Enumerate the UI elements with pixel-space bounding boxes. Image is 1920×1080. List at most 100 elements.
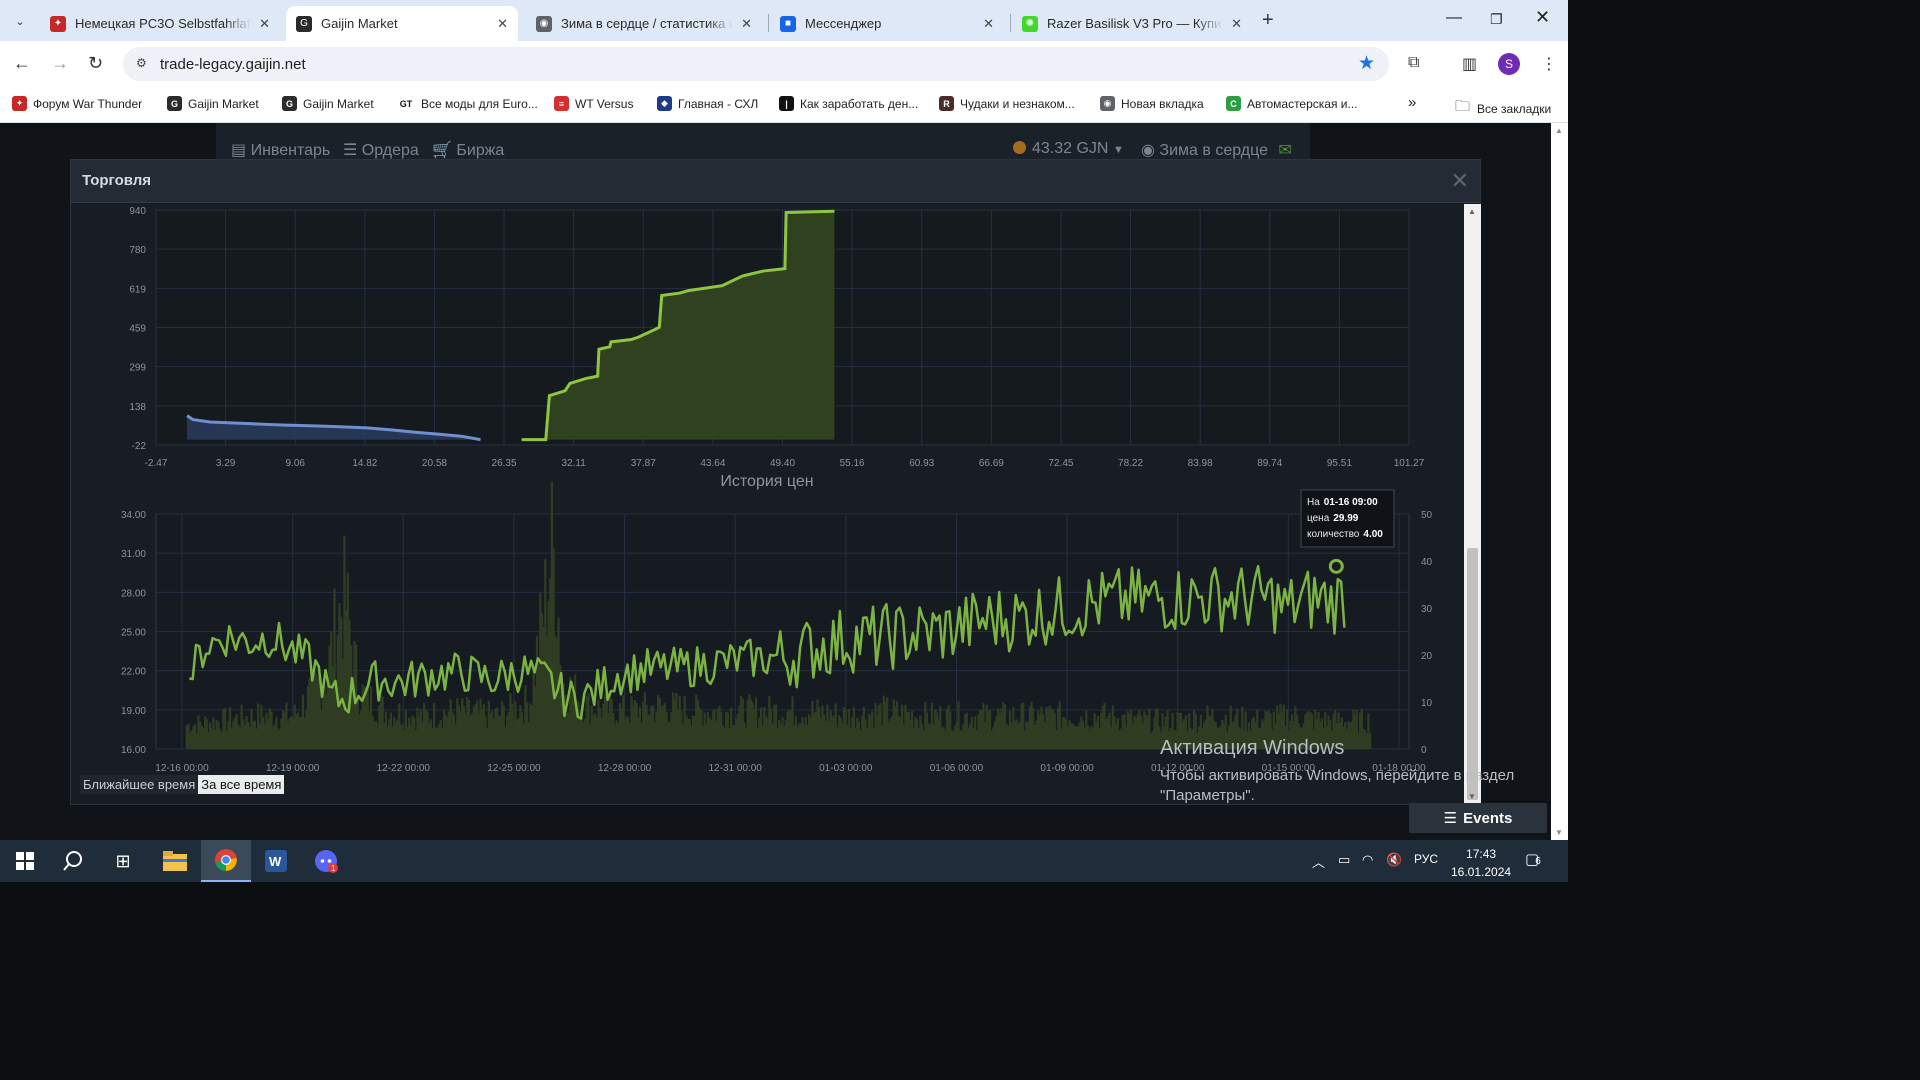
all-bookmarks[interactable]: 🗀 Все закладки: [1455, 96, 1551, 121]
site-info-icon[interactable]: ⚙: [136, 56, 147, 70]
word-taskbar-icon[interactable]: W: [251, 840, 301, 882]
bookmark-item[interactable]: ✦ Форум War Thunder: [12, 96, 142, 111]
bookmark-label: Главная - СХЛ: [678, 96, 759, 111]
menu-kebab-icon[interactable]: ⋮: [1541, 54, 1557, 74]
file-explorer-icon[interactable]: [150, 840, 200, 882]
depth-x-tick: 72.45: [1048, 458, 1073, 469]
gjn-coin-icon: [1013, 141, 1026, 154]
nav-orders-label: Ордера: [361, 142, 419, 159]
discord-taskbar-icon[interactable]: 1: [301, 840, 351, 882]
battery-icon[interactable]: ▭: [1338, 852, 1350, 868]
bookmark-label: Автомастерская и...: [1247, 96, 1358, 111]
back-icon[interactable]: ←: [13, 53, 31, 74]
tab-close-icon[interactable]: ✕: [741, 16, 752, 32]
price-y-tick: 28.00: [121, 588, 146, 599]
start-button[interactable]: [0, 840, 50, 882]
search-icon[interactable]: [48, 840, 98, 882]
side-panel-icon[interactable]: ▥: [1462, 54, 1477, 74]
period-tab-all-time[interactable]: За все время: [198, 775, 285, 794]
user-icon: ◉: [1141, 142, 1155, 159]
depth-x-tick: 20.58: [422, 458, 447, 469]
depth-x-tick: 55.16: [840, 458, 865, 469]
username: Зима в сердце: [1159, 142, 1268, 159]
browser-toolbar: ← → ↻ ⚙ trade-legacy.gaijin.net ★ ⧉ ▥ S …: [0, 41, 1568, 87]
balance-value: 43.32 GJN: [1032, 140, 1109, 157]
bookmark-item[interactable]: | Как заработать ден...: [779, 96, 918, 111]
nav-exchange[interactable]: 🛒 Биржа: [432, 140, 504, 160]
task-view-icon[interactable]: ⊞: [98, 840, 148, 882]
depth-x-tick: 32.11: [562, 458, 587, 469]
tab-favicon-icon: ■: [780, 15, 796, 32]
address-bar[interactable]: ⚙ trade-legacy.gaijin.net ★: [123, 47, 1389, 81]
modal-close-icon[interactable]: ✕: [1451, 168, 1469, 194]
tab-close-icon[interactable]: ✕: [983, 16, 994, 32]
price-y-tick: 34.00: [121, 510, 146, 521]
tab-close-icon[interactable]: ✕: [1231, 16, 1242, 32]
bookmark-label: Форум War Thunder: [33, 96, 143, 111]
bookmark-item[interactable]: ◆ Главная - СХЛ: [657, 96, 758, 111]
volume-muted-icon[interactable]: 🔇: [1386, 852, 1402, 868]
tooltip-label: На: [1307, 497, 1320, 508]
depth-x-tick: -2.47: [145, 458, 168, 469]
bookmark-label: Все моды для Euro...: [421, 96, 538, 111]
bookmark-item[interactable]: ◉ Новая вкладка: [1100, 96, 1204, 111]
windows-logo-icon: [16, 852, 34, 870]
balance-dropdown[interactable]: 43.32 GJN ▼: [1013, 140, 1124, 158]
tab-close-icon[interactable]: ✕: [497, 16, 508, 32]
reload-icon[interactable]: ↻: [88, 53, 103, 74]
price-x-tick: 01-09 00:00: [1040, 763, 1094, 774]
notifications-icon[interactable]: ▢6: [1525, 850, 1541, 868]
browser-tab[interactable]: ✦ Немецкая PC3O Selbstfahrlafette ✕: [40, 6, 280, 41]
cart-icon: 🛒: [432, 142, 452, 159]
price-x-tick: 01-03 00:00: [819, 763, 873, 774]
tab-title: Gaijin Market: [321, 16, 398, 31]
mail-icon: ✉: [1278, 142, 1292, 159]
tray-expand-icon[interactable]: ︿: [1312, 852, 1325, 871]
tooltip-label: количество: [1307, 529, 1360, 540]
bookmark-item[interactable]: G Gaijin Market: [167, 96, 259, 111]
browser-tab[interactable]: G Gaijin Market ✕: [286, 6, 518, 41]
events-button[interactable]: ☰ Events: [1409, 803, 1547, 833]
language-indicator[interactable]: РУС: [1414, 852, 1438, 866]
bookmark-favicon-icon: C: [1226, 96, 1241, 111]
nav-orders[interactable]: ☰ Ордера: [343, 140, 419, 160]
page-scroll-down-icon[interactable]: ▼: [1555, 828, 1563, 837]
bookmark-item[interactable]: ≡ WT Versus: [554, 96, 633, 111]
forward-icon[interactable]: →: [51, 53, 69, 74]
modal-header: Торговля ✕: [71, 160, 1480, 203]
bookmarks-overflow-icon[interactable]: »: [1408, 94, 1416, 111]
new-tab-icon[interactable]: +: [1262, 9, 1274, 32]
bookmark-star-icon[interactable]: ★: [1358, 52, 1375, 75]
page-scroll-up-icon[interactable]: ▲: [1555, 126, 1563, 135]
browser-tab[interactable]: ■ Мессенджер ✕: [770, 6, 1004, 41]
browser-tab[interactable]: ✺ Razer Basilisk V3 Pro — Купить ✕: [1012, 6, 1252, 41]
volume-y-tick: 50: [1421, 510, 1433, 521]
site-nav-bar: ▤ Инвентарь ☰ Ордера 🛒 Биржа 43.32 GJN ▼…: [216, 123, 1310, 177]
depth-x-tick: 95.51: [1327, 458, 1352, 469]
bookmark-item[interactable]: G Gaijin Market: [282, 96, 374, 111]
period-tab-recent[interactable]: Ближайшее время: [80, 775, 199, 794]
page-scrollbar[interactable]: ▲ ▼: [1551, 123, 1568, 840]
tab-close-icon[interactable]: ✕: [259, 16, 270, 32]
profile-avatar[interactable]: S: [1498, 53, 1520, 75]
tab-search-icon[interactable]: ⌄: [6, 8, 34, 34]
modal-scrollbar[interactable]: ▲ ▼: [1464, 204, 1481, 804]
minimize-icon[interactable]: —: [1446, 9, 1462, 27]
bookmark-item[interactable]: R Чудаки и незнаком...: [939, 96, 1075, 111]
window-close-icon[interactable]: ✕: [1535, 7, 1550, 28]
bookmark-item[interactable]: C Автомастерская и...: [1226, 96, 1358, 111]
scroll-up-icon[interactable]: ▲: [1468, 207, 1476, 216]
bookmark-item[interactable]: GT Все моды для Euro...: [397, 96, 538, 111]
bookmark-label: Чудаки и незнаком...: [960, 96, 1075, 111]
extensions-icon[interactable]: ⧉: [1408, 54, 1419, 72]
nav-inventory-label: Инвентарь: [250, 142, 331, 159]
depth-x-tick: 37.87: [631, 458, 656, 469]
bookmark-favicon-icon: |: [779, 96, 794, 111]
nav-inventory[interactable]: ▤ Инвентарь: [231, 140, 330, 160]
chrome-taskbar-icon[interactable]: [201, 840, 251, 882]
wifi-icon[interactable]: ◠: [1362, 852, 1373, 868]
restore-icon[interactable]: ❐: [1490, 11, 1503, 28]
bookmark-favicon-icon: R: [939, 96, 954, 111]
clock[interactable]: 17:43 16.01.2024: [1451, 845, 1511, 881]
browser-tab[interactable]: ◉ Зима в сердце / статистика игр ✕: [526, 6, 762, 41]
